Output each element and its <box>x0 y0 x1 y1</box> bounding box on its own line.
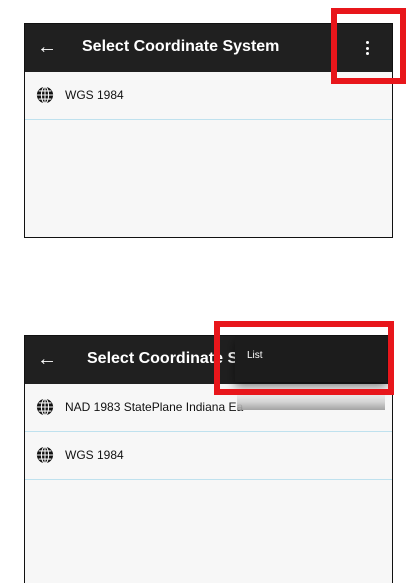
globe-icon <box>36 398 54 416</box>
list-item[interactable]: WGS 1984 <box>25 432 392 480</box>
highlight-box <box>331 8 406 84</box>
globe-icon <box>36 86 54 104</box>
back-arrow-icon[interactable]: ← <box>35 35 59 59</box>
globe-icon <box>36 446 54 464</box>
back-arrow-icon[interactable]: ← <box>35 347 59 371</box>
item-label: WGS 1984 <box>65 448 124 462</box>
highlight-box <box>214 321 394 395</box>
page-title: Select Coordinate System <box>82 38 280 55</box>
item-label: WGS 1984 <box>65 88 124 102</box>
item-label: NAD 1983 StatePlane Indiana Ea <box>65 400 244 414</box>
